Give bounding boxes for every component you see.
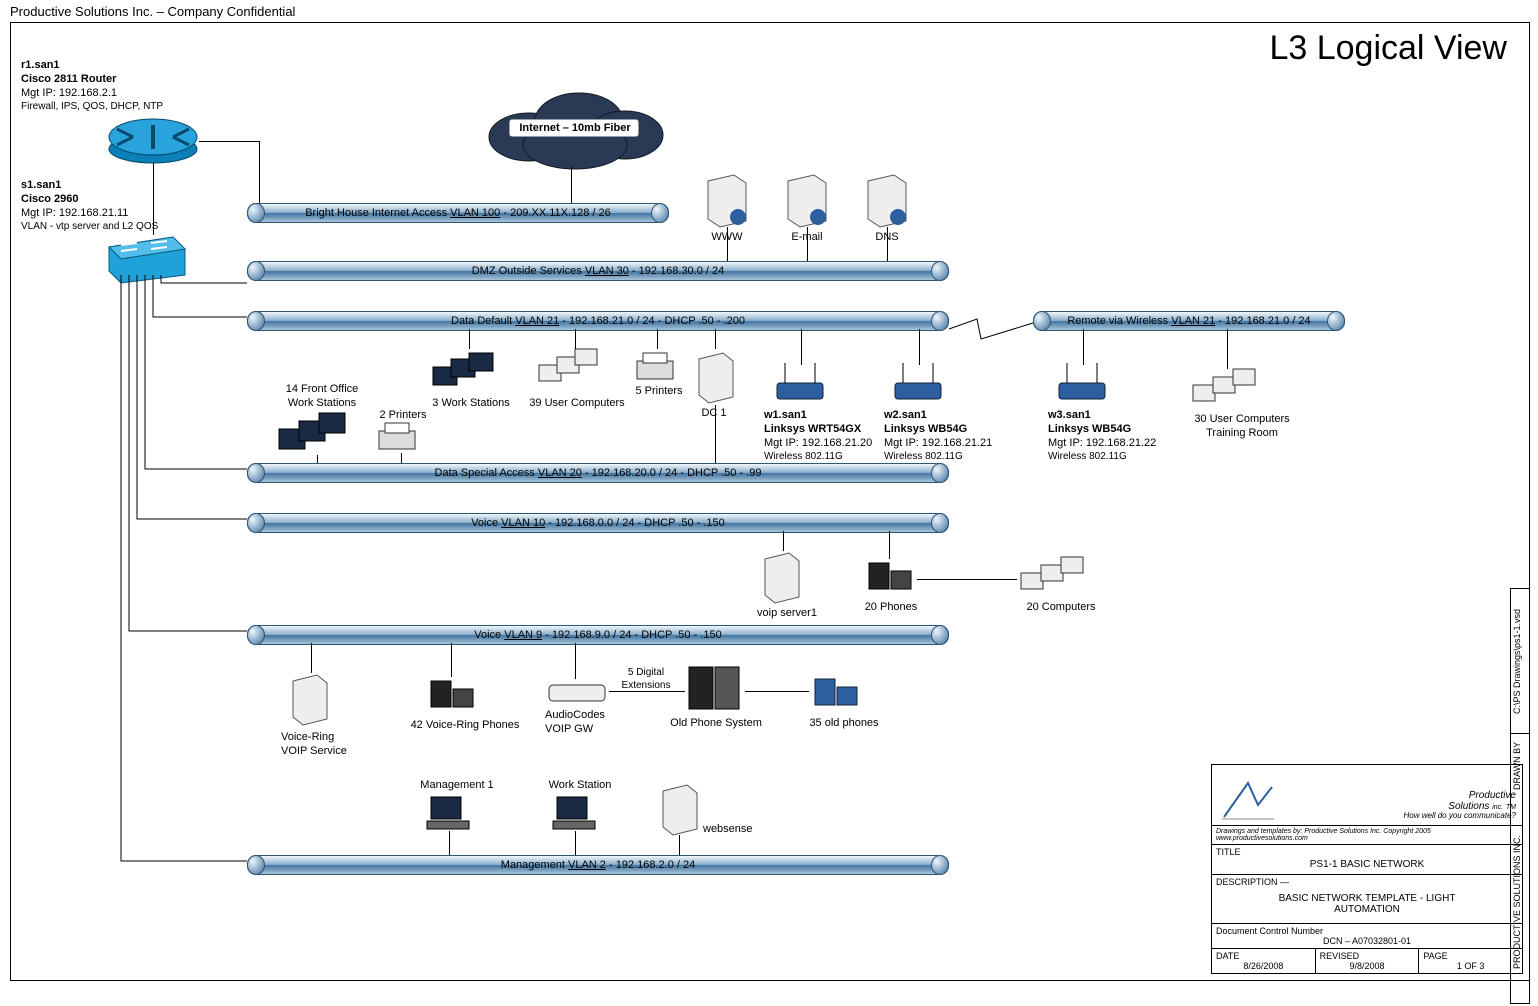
wire [311,643,312,673]
wire [609,691,685,692]
wire [657,329,658,349]
wire [745,691,809,692]
oldps-label: Old Phone System [661,717,771,731]
wire [715,405,716,463]
confidential-header: Productive Solutions Inc. – Company Conf… [10,4,295,19]
voip-server-label: voip server1 [747,607,827,621]
pipe-vlan-20: Data Special Access VLAN 20 - 192.168.20… [247,463,949,483]
router-icon [107,115,199,165]
voicering-label: Voice-Ring VOIP Service [281,731,347,759]
old35-label: 35 old phones [799,717,889,731]
page: Productive Solutions Inc. – Company Conf… [0,0,1538,989]
wire [401,453,402,463]
wire [575,329,576,349]
wire [259,141,260,209]
wire [715,329,716,349]
voip-gw-icon [547,677,609,705]
switch-label: s1.san1 Cisco 2960 Mgt IP: 192.168.21.11… [21,179,158,234]
email-label: E-mail [781,231,833,245]
computers-icon [535,349,613,393]
server-icon [864,171,910,229]
three-ws-label: 3 Work Stations [423,397,519,411]
computers20-label: 20 Computers [1011,601,1111,615]
workstation-icon [425,793,473,833]
dns-label: DNS [861,231,913,245]
audiocodes-label: AudioCodes VOIP GW [545,709,605,737]
pbx-icon [685,663,745,713]
mgmt1-label: Management 1 [407,779,507,793]
w2-label: w2.san1 Linksys WB54G Mgt IP: 192.168.21… [884,409,992,464]
workstation-icon [551,793,599,833]
internet-label: Internet – 10mb Fiber [511,122,639,136]
pipe-vlan-30: DMZ Outside Services VLAN 30 - 192.168.3… [247,261,949,281]
remote-users-label: 30 User Computers Training Room [1177,413,1307,441]
printer-icon [373,421,425,455]
phones42-label: 42 Voice-Ring Phones [405,719,525,733]
ws-label: Work Station [535,779,625,793]
computers-icon [1017,555,1099,601]
diagram-canvas: L3 Logical View r1.san1 Cisco 2811 Route… [10,22,1530,981]
websense-label: websense [703,823,753,837]
printer-icon [631,351,683,385]
server-icon [695,349,737,405]
wire [469,329,470,349]
logo-icon [1218,777,1278,821]
wire [679,835,680,855]
front-office-label: 14 Front Office Work Stations [267,383,377,411]
five-printers-label: 5 Printers [627,385,691,399]
workstations-icon [275,413,361,459]
wire [575,643,576,679]
wire [451,643,452,677]
server-icon [659,781,701,837]
wire [199,141,259,142]
pipe-vlan-9: Voice VLAN 9 - 192.168.9.0 / 24 - DHCP .… [247,625,949,645]
trunk-wires [107,275,257,895]
www-label: WWW [701,231,753,245]
page-title: L3 Logical View [1269,29,1507,68]
wire [571,167,572,203]
pipe-vlan-2: Management VLAN 2 - 192.168.2.0 / 24 [247,855,949,875]
wire [889,531,890,559]
server-icon [289,671,331,727]
wire [575,831,576,855]
wireless-ap-icon [1053,359,1113,405]
phone-icon [425,675,479,715]
phone-icon [809,673,863,713]
w3-label: w3.san1 Linksys WB54G Mgt IP: 192.168.21… [1048,409,1156,464]
pipe-vlan-21: Data Default VLAN 21 - 192.168.21.0 / 24… [247,311,949,331]
digext-label: 5 Digital Extensions [611,667,681,692]
w1-label: w1.san1 Linksys WRT54GX Mgt IP: 192.168.… [764,409,872,464]
wire [917,579,1017,580]
computers-icon [1189,367,1271,413]
pipe-vlan-21-remote: Remote via Wireless VLAN 21 - 192.168.21… [1033,311,1345,331]
wire [783,531,784,551]
workstations-icon [431,353,501,397]
wireless-ap-icon [889,359,949,405]
phones20-label: 20 Phones [853,601,929,615]
server-icon [784,171,830,229]
wire [153,163,154,235]
server-icon [761,549,803,605]
dc1-label: DC 1 [689,407,739,421]
wire [449,831,450,855]
pipe-vlan-100: Bright House Internet Access VLAN 100 - … [247,203,669,223]
wire [1227,329,1228,369]
wireless-ap-icon [771,359,831,405]
users39-label: 39 User Computers [517,397,637,411]
title-block: Productive Solutions inc. TM How well do… [1211,764,1523,974]
pipe-vlan-10: Voice VLAN 10 - 192.168.0.0 / 24 - DHCP … [247,513,949,533]
phone-icon [863,557,917,597]
wire [317,455,318,463]
server-icon [704,171,750,229]
side-info: C:\PS Drawings\ps1-1.vsd DRAWN BY PRODUC… [1510,588,1530,1004]
wireless-link-icon [947,315,1035,345]
router-label: r1.san1 Cisco 2811 Router Mgt IP: 192.16… [21,59,163,114]
